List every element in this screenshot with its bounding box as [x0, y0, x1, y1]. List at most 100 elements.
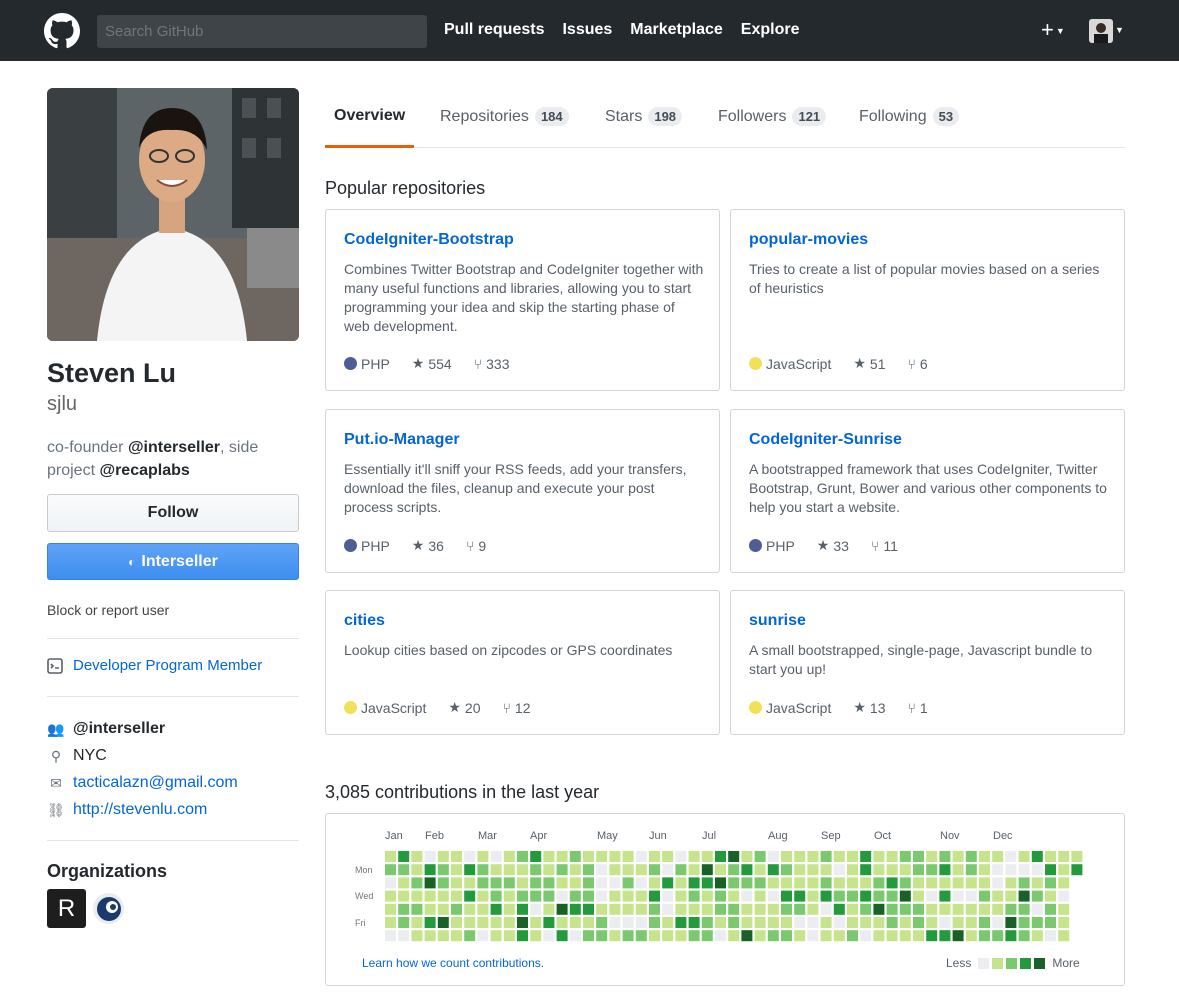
- contribution-day[interactable]: [952, 864, 964, 876]
- contribution-day[interactable]: [451, 930, 462, 942]
- contribution-day[interactable]: [583, 877, 594, 889]
- contribution-day[interactable]: [741, 930, 753, 942]
- contribution-day[interactable]: [979, 864, 990, 876]
- contribution-day[interactable]: [781, 917, 792, 928]
- contribution-day[interactable]: [767, 851, 779, 862]
- contribution-day[interactable]: [688, 890, 700, 902]
- contribution-day[interactable]: [385, 917, 396, 928]
- contribution-day[interactable]: [767, 864, 779, 876]
- contribution-day[interactable]: [424, 864, 436, 876]
- contribution-day[interactable]: [543, 851, 555, 862]
- contribution-day[interactable]: [952, 930, 964, 942]
- contribution-day[interactable]: [860, 851, 872, 862]
- contribution-day[interactable]: [767, 877, 779, 889]
- contribution-day[interactable]: [701, 903, 713, 915]
- repo-stars-link[interactable]: ★ 554: [412, 355, 452, 372]
- contribution-day[interactable]: [913, 890, 924, 902]
- contribution-day[interactable]: [464, 877, 476, 889]
- repo-forks-link[interactable]: ⑂ 9: [466, 538, 486, 554]
- contribution-day[interactable]: [873, 930, 885, 942]
- contribution-day[interactable]: [424, 851, 436, 862]
- contribution-day[interactable]: [556, 890, 568, 902]
- contribution-day[interactable]: [503, 917, 515, 928]
- contribution-day[interactable]: [741, 890, 753, 902]
- contribution-day[interactable]: [873, 917, 885, 928]
- contribution-day[interactable]: [451, 917, 462, 928]
- user-menu-avatar[interactable]: [1089, 19, 1113, 43]
- contribution-day[interactable]: [675, 877, 687, 889]
- learn-contributions-link[interactable]: Learn how we count contributions.: [362, 956, 544, 970]
- contribution-day[interactable]: [952, 890, 964, 902]
- org-button-interseller[interactable]: ◐ Interseller: [47, 543, 299, 580]
- contribution-day[interactable]: [992, 917, 1004, 928]
- contribution-day[interactable]: [939, 903, 951, 915]
- contribution-day[interactable]: [926, 917, 938, 928]
- contribution-day[interactable]: [635, 851, 647, 862]
- contribution-day[interactable]: [979, 903, 990, 915]
- contribution-day[interactable]: [899, 930, 911, 942]
- contribution-day[interactable]: [675, 851, 687, 862]
- contribution-day[interactable]: [807, 930, 819, 942]
- contribution-day[interactable]: [781, 903, 792, 915]
- contribution-day[interactable]: [622, 877, 634, 889]
- contribution-day[interactable]: [965, 890, 977, 902]
- contribution-day[interactable]: [1058, 890, 1070, 902]
- contribution-day[interactable]: [926, 903, 938, 915]
- contribution-day[interactable]: [517, 917, 528, 928]
- contribution-day[interactable]: [847, 851, 858, 862]
- contribution-day[interactable]: [464, 903, 476, 915]
- contribution-day[interactable]: [833, 930, 845, 942]
- contribution-day[interactable]: [965, 864, 977, 876]
- contribution-day[interactable]: [847, 864, 858, 876]
- contribution-day[interactable]: [688, 851, 700, 862]
- contribution-day[interactable]: [385, 890, 396, 902]
- repo-stars-link[interactable]: ★ 36: [412, 537, 444, 554]
- contribution-day[interactable]: [728, 890, 740, 902]
- contribution-day[interactable]: [807, 890, 819, 902]
- contribution-day[interactable]: [992, 930, 1004, 942]
- contribution-day[interactable]: [913, 930, 924, 942]
- contribution-day[interactable]: [767, 930, 779, 942]
- contribution-day[interactable]: [715, 917, 726, 928]
- contribution-day[interactable]: [979, 917, 990, 928]
- contribution-day[interactable]: [965, 877, 977, 889]
- contribution-day[interactable]: [609, 864, 621, 876]
- contribution-day[interactable]: [583, 903, 594, 915]
- contribution-day[interactable]: [675, 864, 687, 876]
- contribution-day[interactable]: [556, 851, 568, 862]
- contribution-day[interactable]: [490, 877, 502, 889]
- contribution-day[interactable]: [701, 851, 713, 862]
- contribution-day[interactable]: [754, 864, 766, 876]
- contribution-day[interactable]: [543, 903, 555, 915]
- contribution-day[interactable]: [754, 851, 766, 862]
- contribution-day[interactable]: [1031, 851, 1043, 862]
- contribution-day[interactable]: [860, 877, 872, 889]
- contribution-day[interactable]: [583, 890, 594, 902]
- contribution-day[interactable]: [1031, 930, 1043, 942]
- contribution-day[interactable]: [847, 903, 858, 915]
- contribution-day[interactable]: [477, 903, 489, 915]
- contribution-day[interactable]: [979, 890, 990, 902]
- nav-issues[interactable]: Issues: [562, 21, 612, 39]
- contribution-day[interactable]: [807, 851, 819, 862]
- nav-marketplace[interactable]: Marketplace: [630, 21, 723, 39]
- contribution-day[interactable]: [1031, 864, 1043, 876]
- contribution-day[interactable]: [1071, 851, 1083, 862]
- contribution-day[interactable]: [899, 890, 911, 902]
- contribution-day[interactable]: [662, 877, 674, 889]
- contribution-day[interactable]: [886, 851, 898, 862]
- contribution-day[interactable]: [622, 917, 634, 928]
- contribution-day[interactable]: [833, 903, 845, 915]
- contribution-day[interactable]: [820, 877, 832, 889]
- contribution-day[interactable]: [833, 864, 845, 876]
- contribution-day[interactable]: [569, 903, 581, 915]
- repo-stars-link[interactable]: ★ 20: [448, 699, 480, 716]
- contribution-day[interactable]: [385, 903, 396, 915]
- contribution-day[interactable]: [939, 851, 951, 862]
- contribution-day[interactable]: [794, 864, 806, 876]
- contribution-day[interactable]: [965, 851, 977, 862]
- contribution-day[interactable]: [1031, 877, 1043, 889]
- contribution-day[interactable]: [833, 917, 845, 928]
- contribution-day[interactable]: [886, 890, 898, 902]
- contribution-day[interactable]: [1018, 877, 1030, 889]
